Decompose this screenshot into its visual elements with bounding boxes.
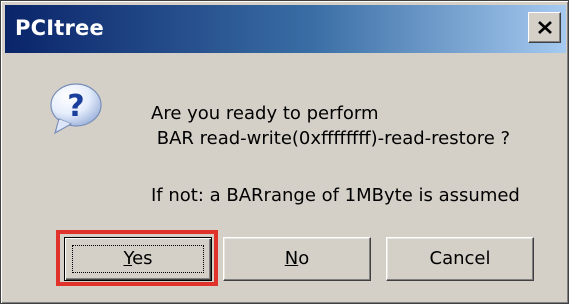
message-dialog: PCItree ? Are you ready to perform BAR r…	[0, 0, 569, 304]
svg-text:?: ?	[67, 89, 84, 124]
window-title: PCItree	[15, 16, 104, 40]
close-icon	[538, 21, 552, 34]
question-icon: ?	[50, 83, 102, 135]
cancel-button-label: Cancel	[429, 248, 491, 269]
no-button-label: No	[284, 248, 310, 269]
title-bar[interactable]: PCItree	[5, 5, 566, 53]
message-text-line-3: If not: a BARrange of 1MByte is assumed	[151, 185, 520, 206]
no-button[interactable]: No	[223, 237, 371, 281]
message-text-line-1: Are you ready to perform	[151, 103, 379, 124]
close-button[interactable]	[528, 12, 561, 43]
yes-button[interactable]: Yes	[64, 237, 212, 281]
cancel-button[interactable]: Cancel	[386, 237, 534, 281]
message-text-line-2: BAR read-write(0xffffffff)-read-restore …	[151, 128, 511, 149]
yes-button-label: Yes	[123, 248, 153, 269]
